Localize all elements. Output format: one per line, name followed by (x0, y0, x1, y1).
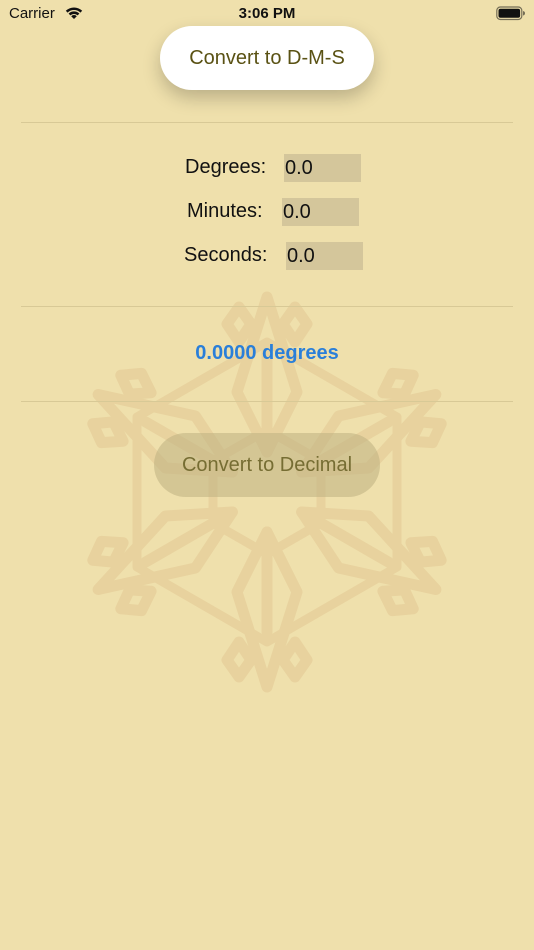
minutes-row: Minutes: 0.0 (0, 198, 534, 228)
convert-to-decimal-button[interactable]: Convert to Decimal (154, 433, 380, 497)
battery-icon (496, 6, 526, 26)
result-text: 0.0000 degrees (195, 342, 339, 364)
degrees-label: Degrees: (185, 156, 267, 178)
status-bar: Carrier 3:06 PM (0, 0, 534, 28)
minutes-label: Minutes: (187, 200, 263, 222)
divider (21, 306, 513, 307)
convert-to-dms-button[interactable]: Convert to D-M-S (160, 26, 374, 90)
divider (21, 122, 513, 123)
seconds-row: Seconds: 0.0 (0, 242, 534, 272)
minutes-input[interactable]: 0.0 (282, 198, 359, 226)
divider (21, 401, 513, 402)
seconds-input[interactable]: 0.0 (286, 242, 363, 270)
seconds-label: Seconds: (184, 244, 268, 266)
degrees-input[interactable]: 0.0 (284, 154, 361, 182)
degrees-row: Degrees: 0.0 (0, 154, 534, 184)
status-time: 3:06 PM (238, 5, 296, 22)
